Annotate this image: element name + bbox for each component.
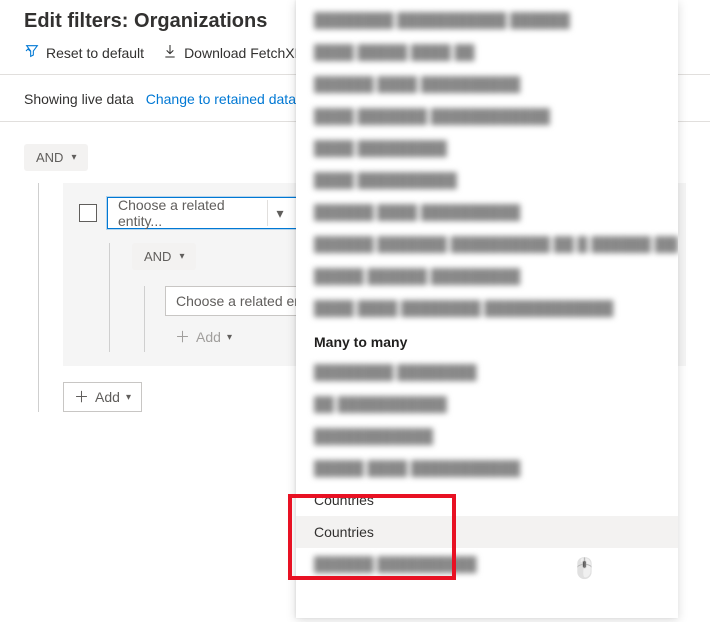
entity-placeholder: Choose a related entity... <box>118 197 267 229</box>
root-and-label: AND <box>36 150 63 165</box>
dropdown-item-blurred[interactable]: ████ █████ ████ ██ <box>296 36 678 68</box>
dropdown-section-header: Many to many <box>296 324 678 356</box>
dropdown-item-blurred[interactable]: ██████ ██████████ <box>296 548 678 580</box>
root-and-operator[interactable]: AND ▾ <box>24 144 88 171</box>
reset-label: Reset to default <box>46 45 144 61</box>
add-button[interactable]: ＋ Add ▾ <box>63 382 142 412</box>
funnel-reset-icon <box>24 43 40 62</box>
nested-add-button[interactable]: ＋ Add ▾ <box>165 322 242 352</box>
related-entity-picker[interactable]: Choose a related entity... ▾ <box>107 197 297 229</box>
dropdown-item-blurred[interactable]: ████ ███████ ████████████ <box>296 100 678 132</box>
dropdown-item-blurred[interactable]: ████ ████ ████████ █████████████ <box>296 292 678 324</box>
dropdown-item-blurred[interactable]: ██████ ████ ██████████ <box>296 68 678 100</box>
download-fetchxml-button[interactable]: Download FetchXM <box>162 43 306 62</box>
reset-to-default-button[interactable]: Reset to default <box>24 43 144 62</box>
dropdown-item-blurred[interactable]: ████ █████████ <box>296 132 678 164</box>
plus-icon: ＋ <box>175 330 190 345</box>
nested-and-operator[interactable]: AND ▾ <box>132 243 196 270</box>
chevron-down-icon: ▾ <box>71 152 76 163</box>
dropdown-item-countries[interactable]: Countries <box>296 516 678 548</box>
change-to-retained-link[interactable]: Change to retained data <box>146 91 296 107</box>
dropdown-item-blurred[interactable]: ██ ███████████ <box>296 388 678 420</box>
dropdown-item-blurred[interactable]: ████████ ████████ <box>296 356 678 388</box>
status-text: Showing live data <box>24 91 134 107</box>
add-label: Add <box>95 389 120 405</box>
chevron-down-icon: ▾ <box>179 251 184 262</box>
dropdown-item-blurred[interactable]: ████████ ███████████ ██████ <box>296 4 678 36</box>
download-icon <box>162 43 178 62</box>
dropdown-item-blurred[interactable]: ██████ ███████ ██████████ ██ █ ██████ ██… <box>296 228 678 260</box>
dropdown-item-blurred[interactable]: ████ ██████████ <box>296 164 678 196</box>
dropdown-item-blurred[interactable]: ██████ ████ ██████████ <box>296 196 678 228</box>
chevron-down-icon: ▾ <box>227 332 232 343</box>
nested-add-label: Add <box>196 329 221 345</box>
group-checkbox[interactable] <box>79 204 97 222</box>
plus-icon: ＋ <box>74 390 89 405</box>
entity-dropdown: ████████ ███████████ ██████ ████ █████ █… <box>296 0 678 618</box>
dropdown-item-blurred[interactable]: █████ ████ ███████████ <box>296 452 678 484</box>
nested-and-label: AND <box>144 249 171 264</box>
chevron-down-icon: ▾ <box>267 200 292 226</box>
dropdown-item-countries[interactable]: Countries <box>296 484 678 516</box>
dropdown-item-blurred[interactable]: █████ ██████ █████████ <box>296 260 678 292</box>
dropdown-item-blurred[interactable]: ████████████ <box>296 420 678 452</box>
chevron-down-icon: ▾ <box>126 392 131 403</box>
download-label: Download FetchXM <box>184 45 306 61</box>
